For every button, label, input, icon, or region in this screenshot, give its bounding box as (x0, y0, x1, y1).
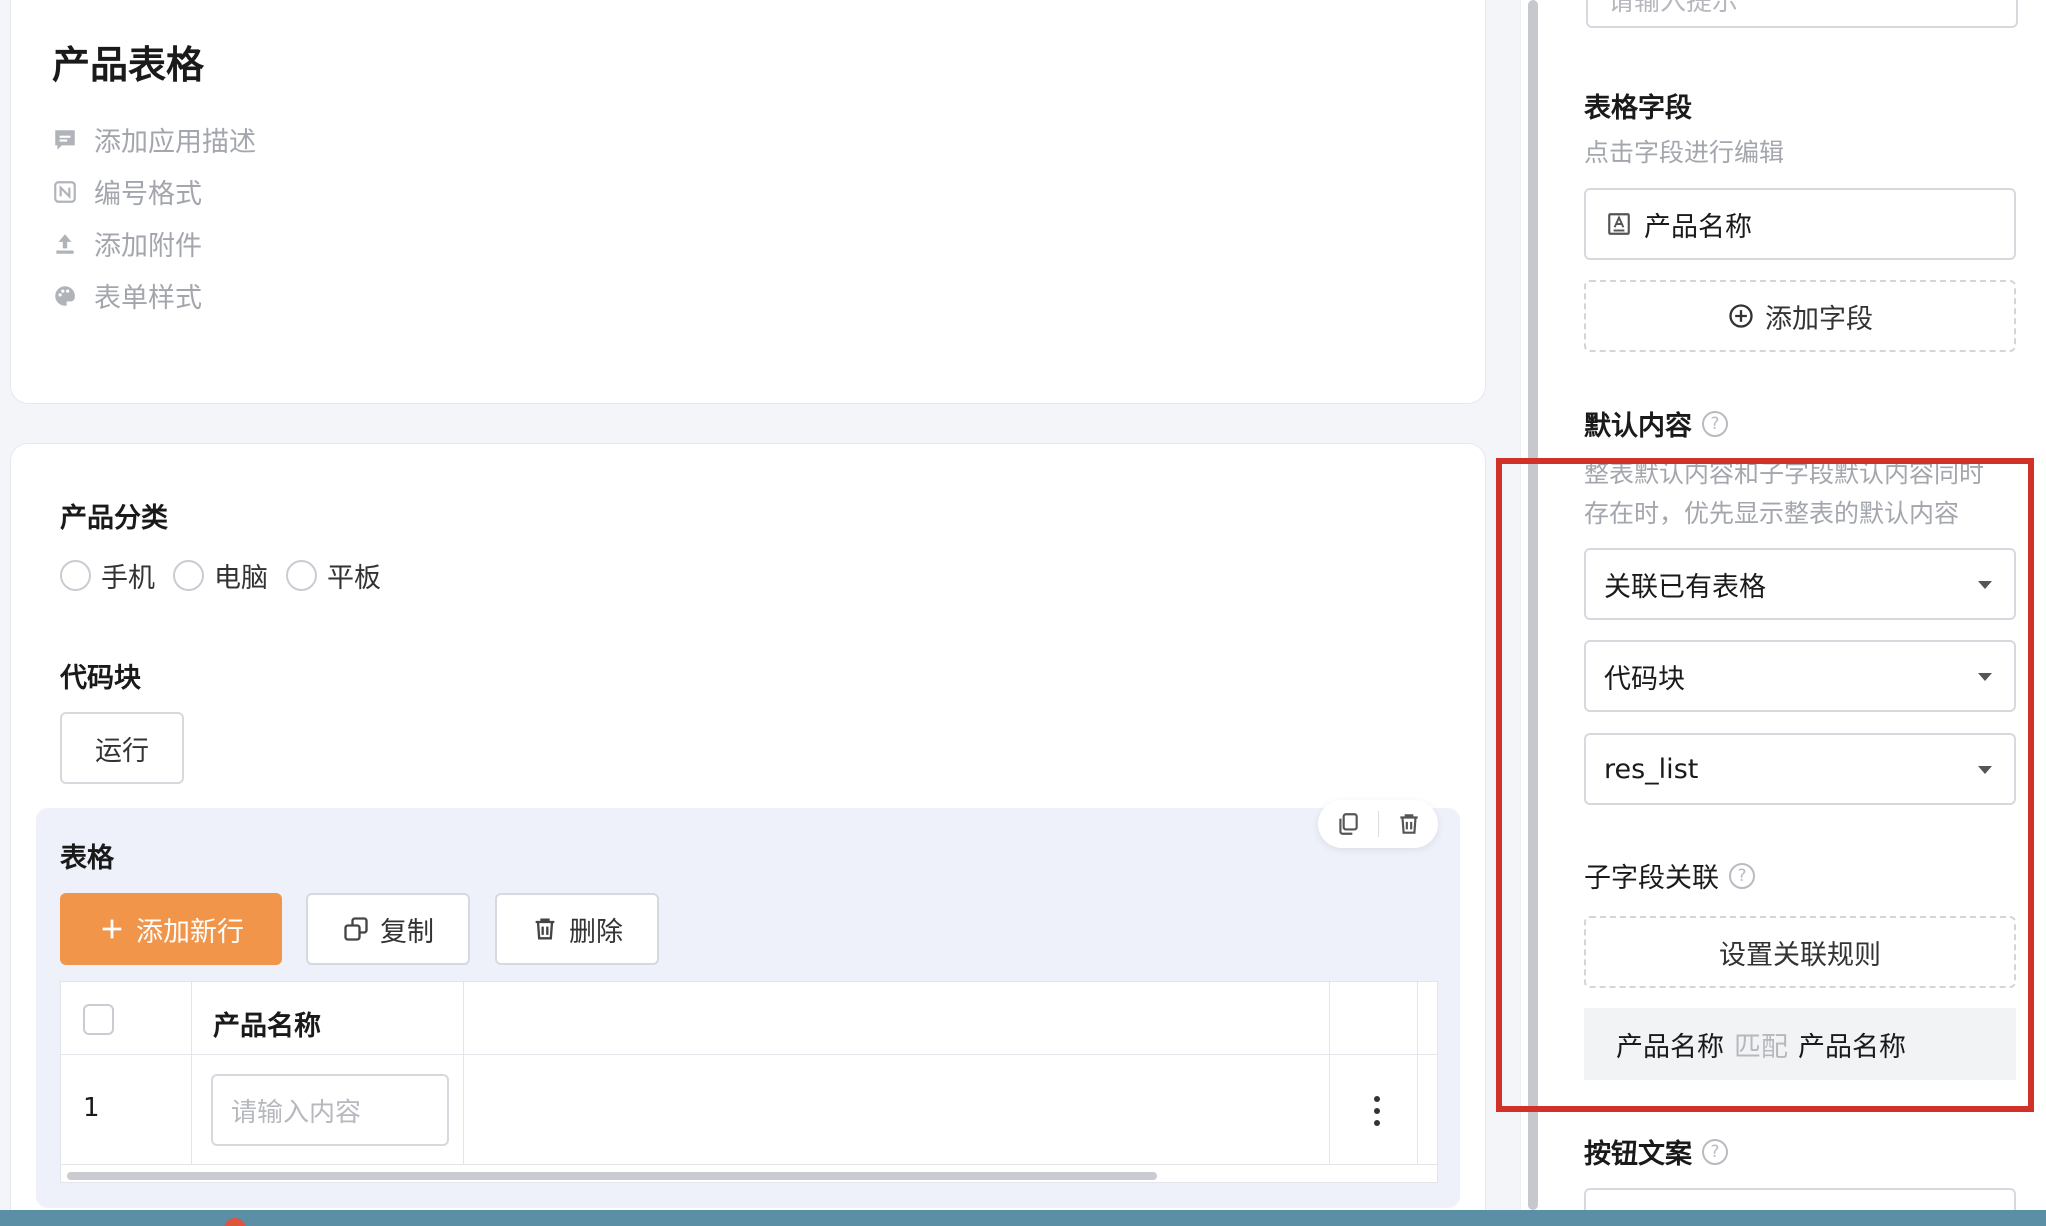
add-field-button[interactable]: 添加字段 (1584, 280, 2016, 352)
radio-label: 手机 (101, 563, 155, 594)
field-toolbar (1318, 800, 1438, 848)
text-field-icon (1608, 213, 1630, 235)
copy-label: 复制 (380, 916, 434, 948)
comment-icon (55, 129, 75, 150)
add-circle-icon (1729, 304, 1753, 328)
run-button[interactable]: 运行 (60, 712, 184, 784)
delete-button[interactable]: 删除 (495, 893, 659, 965)
button-text-title: 按钮文案 ? (1584, 1132, 1728, 1171)
radio-option-tablet[interactable]: 平板 (286, 556, 381, 595)
table-select[interactable]: 代码块 (1584, 640, 2016, 712)
column-divider (1329, 982, 1330, 1165)
copy-button[interactable]: 复制 (306, 893, 470, 965)
trash-icon[interactable] (1396, 811, 1422, 837)
field-item-product-name[interactable]: 产品名称 (1584, 188, 2016, 260)
add-description-link[interactable]: 添加应用描述 (52, 120, 256, 159)
radio-option-computer[interactable]: 电脑 (173, 556, 268, 595)
form-style-label: 表单样式 (94, 283, 202, 314)
caret-down-icon (1978, 581, 1992, 589)
plus-icon (102, 919, 122, 939)
toolbar-divider (1377, 811, 1379, 837)
add-attachment-link[interactable]: 添加附件 (52, 224, 202, 263)
table-fields-title-text: 表格字段 (1584, 93, 1692, 124)
default-content-hint-line2: 存在时，优先显示整表的默认内容 (1584, 499, 1960, 528)
page-title: 产品表格 (52, 43, 205, 87)
category-radio-group: 手机 电脑 平板 (60, 556, 381, 595)
table-field-label: 表格 (60, 843, 114, 874)
source-select-value: 关联已有表格 (1604, 571, 1766, 603)
variable-select-value: res_list (1604, 753, 1699, 785)
app-dock-icon[interactable] (224, 1218, 246, 1226)
table-row: 1 请输入内容 (61, 1055, 1437, 1165)
radio-circle[interactable] (286, 560, 317, 591)
delete-label: 删除 (569, 916, 623, 948)
form-style-link[interactable]: 表单样式 (52, 276, 202, 315)
numbering-icon (54, 180, 76, 203)
add-field-label: 添加字段 (1765, 303, 1873, 335)
upload-icon (56, 233, 74, 254)
prompt-input[interactable]: 请输入提示 (1586, 0, 2018, 28)
default-content-title-text: 默认内容 (1584, 411, 1692, 442)
sub-table: 产品名称 1 请输入内容 (60, 981, 1438, 1183)
variable-select[interactable]: res_list (1584, 733, 2016, 805)
canvas-scrollbar-thumb[interactable] (1528, 0, 1538, 1210)
trash-icon (535, 918, 555, 940)
code-block-label: 代码块 (60, 663, 141, 694)
sub-field-association-title: 子字段关联 ? (1584, 856, 1755, 895)
column-divider (1417, 982, 1418, 1165)
radio-circle[interactable] (60, 560, 91, 591)
table-fields-subtitle: 点击字段进行编辑 (1584, 138, 1785, 167)
caret-down-icon (1978, 766, 1992, 774)
column-divider (463, 982, 464, 1165)
numbering-format-link[interactable]: 编号格式 (52, 172, 202, 211)
sub-field-association-title-text: 子字段关联 (1584, 863, 1719, 894)
add-row-label: 添加新行 (136, 916, 244, 948)
radio-circle[interactable] (173, 560, 204, 591)
help-icon[interactable]: ? (1702, 410, 1728, 437)
default-content-hint-line1: 整表默认内容和子字段默认内容同时 (1584, 459, 1985, 488)
product-name-cell-input[interactable]: 请输入内容 (211, 1074, 449, 1146)
column-header-product-name: 产品名称 (213, 1011, 321, 1042)
palette-icon (55, 285, 75, 306)
copy-icon (344, 917, 368, 941)
source-select[interactable]: 关联已有表格 (1584, 548, 2016, 620)
table-header-row: 产品名称 (61, 982, 1437, 1055)
button-text-title-text: 按钮文案 (1584, 1139, 1692, 1170)
table-select-value: 代码块 (1604, 663, 1685, 695)
default-content-title: 默认内容 ? (1584, 404, 1728, 443)
radio-label: 电脑 (214, 563, 268, 594)
set-association-rule-button[interactable]: 设置关联规则 (1584, 916, 2016, 988)
add-description-label: 添加应用描述 (94, 127, 256, 158)
field-item-label: 产品名称 (1644, 211, 1752, 243)
app-header-card (10, 0, 1486, 404)
rule-right-field: 产品名称 (1798, 1031, 1906, 1063)
more-vertical-icon[interactable] (1367, 1093, 1387, 1129)
numbering-format-label: 编号格式 (94, 179, 202, 210)
taskbar (0, 1210, 2046, 1226)
category-field-label: 产品分类 (60, 503, 168, 534)
table-fields-title: 表格字段 (1584, 86, 1692, 125)
radio-label: 平板 (327, 563, 381, 594)
help-icon[interactable]: ? (1729, 862, 1755, 889)
radio-option-phone[interactable]: 手机 (60, 556, 155, 595)
copy-icon[interactable] (1335, 811, 1361, 837)
horizontal-scrollbar[interactable] (67, 1172, 1157, 1180)
add-attachment-label: 添加附件 (94, 231, 202, 262)
select-all-checkbox[interactable] (83, 1004, 114, 1035)
row-index: 1 (83, 1093, 100, 1123)
rule-left-field: 产品名称 (1616, 1031, 1724, 1063)
add-row-button[interactable]: 添加新行 (60, 893, 282, 965)
caret-down-icon (1978, 673, 1992, 681)
column-divider (191, 982, 192, 1165)
association-rule-row[interactable]: 产品名称 匹配 产品名称 (1584, 1008, 2016, 1080)
rule-operator: 匹配 (1734, 1031, 1788, 1063)
help-icon[interactable]: ? (1702, 1138, 1728, 1165)
